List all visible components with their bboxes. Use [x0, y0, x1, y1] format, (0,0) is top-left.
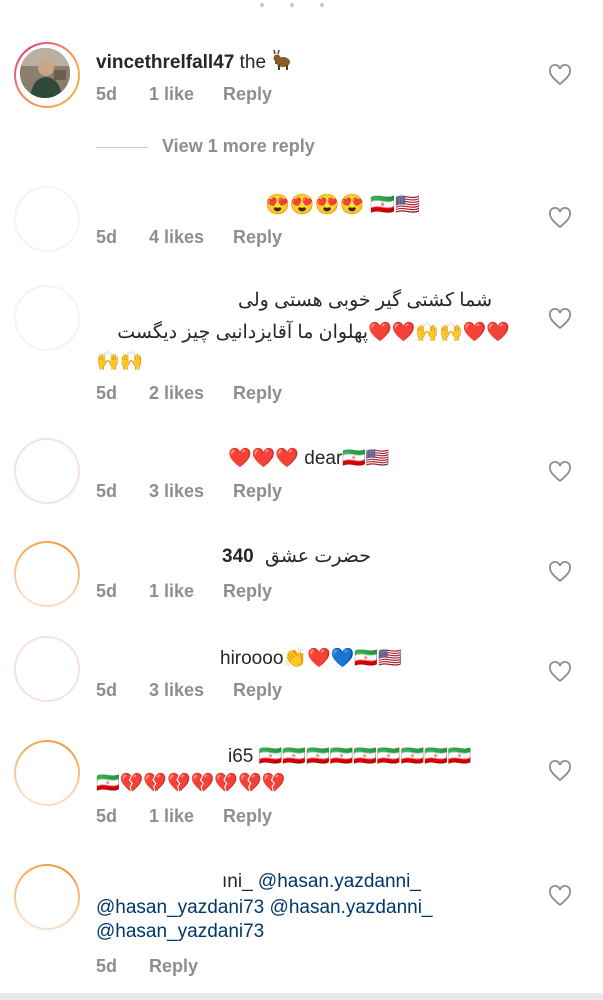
reply-button[interactable]: Reply — [223, 581, 272, 602]
reply-button[interactable]: Reply — [233, 383, 282, 404]
reply-button[interactable]: Reply — [223, 806, 272, 827]
reply-button[interactable]: Reply — [223, 84, 272, 105]
reply-button[interactable]: Reply — [233, 227, 282, 248]
comment-time: 5d — [96, 481, 118, 501]
reply-button[interactable]: Reply — [233, 680, 282, 701]
comment-text: i65 — [228, 746, 254, 767]
comment-text: the — [239, 52, 267, 73]
comment-time: 5d — [96, 84, 118, 104]
divider-line — [96, 147, 148, 148]
heart-outline-icon[interactable] — [548, 64, 572, 86]
like-count[interactable]: 1 like — [149, 581, 194, 602]
heart-outline-icon[interactable] — [548, 207, 572, 229]
comment-number: 340 — [222, 546, 254, 567]
comment-time: 5d — [96, 956, 118, 976]
view-more-label[interactable]: View 1 more reply — [162, 136, 315, 157]
avatar[interactable] — [14, 541, 80, 607]
comment-time: 5d — [96, 383, 118, 403]
comment-text: 340 حضرت عشق — [222, 545, 371, 568]
mention-link[interactable]: @hasan.yazdanni_ — [258, 871, 421, 892]
comment-time: 5d — [96, 680, 118, 700]
reply-button[interactable]: Reply — [149, 956, 198, 977]
comment-text-line-3: 🙌🙌 — [96, 351, 144, 372]
comment-text-line-2: @hasan_yazdani73 @hasan.yazdanni_ — [96, 897, 433, 919]
like-count[interactable]: 2 likes — [149, 383, 204, 404]
avatar[interactable] — [14, 186, 80, 252]
avatar-photo — [20, 48, 70, 98]
like-count[interactable]: 1 like — [149, 806, 194, 827]
avatar[interactable] — [14, 285, 80, 351]
goat-emoji-icon — [271, 49, 293, 77]
comment-text: ❤️❤️❤️ dear🇮🇷🇺🇸 — [228, 448, 390, 469]
heart-outline-icon[interactable] — [548, 308, 572, 330]
heart-outline-icon[interactable] — [548, 760, 572, 782]
like-count[interactable]: 1 like — [149, 84, 194, 105]
username[interactable]: vincethrelfall47 — [96, 52, 234, 73]
like-count[interactable]: 3 likes — [149, 481, 204, 502]
comment-time: 5d — [96, 227, 118, 247]
mention-link[interactable]: @hasan_yazdani73 — [96, 897, 264, 918]
heart-outline-icon[interactable] — [548, 461, 572, 483]
flag-run: 🇮🇷🇮🇷🇮🇷🇮🇷🇮🇷🇮🇷🇮🇷🇮🇷🇮🇷 — [258, 746, 472, 767]
comment-time: 5d — [96, 581, 118, 601]
bottom-edge — [0, 993, 603, 1000]
like-count[interactable]: 4 likes — [149, 227, 204, 248]
comment-time: 5d — [96, 806, 118, 826]
mention-link[interactable]: @hasan.yazdanni_ — [270, 897, 433, 918]
comment-text-line-2: 🇮🇷💔💔💔💔💔💔💔 — [96, 773, 286, 794]
heart-outline-icon[interactable] — [548, 885, 572, 907]
avatar[interactable] — [14, 740, 80, 806]
heart-outline-icon[interactable] — [548, 661, 572, 683]
comment-text-line-2: ❤️❤️🙌🙌❤️❤️پهلوان ما آقایزدانیی چیز دیگست — [96, 320, 510, 348]
top-edge-marks — [0, 0, 603, 14]
comment-text-line-1: شما کشتی گیر خوبی هستی ولی — [238, 290, 492, 311]
comment-text-rtl: حضرت عشق — [264, 546, 371, 567]
like-count[interactable]: 3 likes — [149, 680, 204, 701]
comment-text-line-1: i65 🇮🇷🇮🇷🇮🇷🇮🇷🇮🇷🇮🇷🇮🇷🇮🇷🇮🇷 — [228, 744, 472, 768]
comment-text: 😍😍😍😍 🇮🇷🇺🇸 — [265, 194, 420, 216]
avatar[interactable] — [14, 864, 80, 930]
mention-link[interactable]: @hasan_yazdani73 — [96, 921, 264, 942]
avatar[interactable] — [14, 636, 80, 702]
emoji-run: ❤️❤️🙌🙌❤️❤️ — [368, 322, 510, 343]
avatar[interactable] — [14, 438, 80, 504]
comment-text: hiroooo👏❤️💙🇮🇷🇺🇸 — [220, 648, 402, 669]
comment-line: vincethrelfall47 the — [96, 49, 293, 77]
heart-outline-icon[interactable] — [548, 561, 572, 583]
reply-button[interactable]: Reply — [233, 481, 282, 502]
username-fragment: ıni_ — [222, 871, 253, 892]
comment-text: پهلوان ما آقایزدانیی چیز دیگست — [117, 322, 369, 343]
comment-text-line-1: ıni_ @hasan.yazdanni_ — [222, 871, 421, 893]
avatar[interactable] — [14, 42, 80, 108]
comment-text-line-3: @hasan_yazdani73 — [96, 921, 264, 943]
